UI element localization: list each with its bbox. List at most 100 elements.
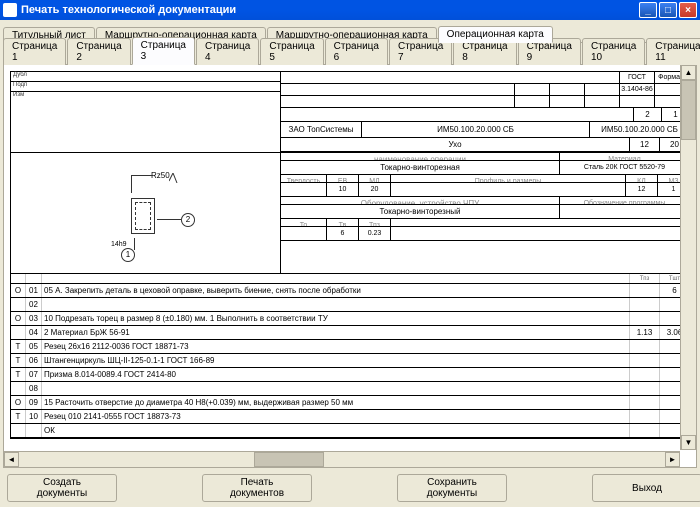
page-tab-row: Страница 1Страница 2Страница 3Страница 4… xyxy=(3,45,697,65)
op2-c: 0.23 xyxy=(358,227,390,240)
scroll-left-button[interactable]: ◄ xyxy=(4,452,19,467)
row-type: О xyxy=(11,284,25,297)
scroll-down-button[interactable]: ▼ xyxy=(681,435,696,450)
page-tab-10[interactable]: Страница 11 xyxy=(646,38,700,65)
roughness-symbol-icon xyxy=(169,173,179,183)
balloon-1: 1 xyxy=(121,248,135,262)
row-type: Т xyxy=(11,354,25,367)
header-sig-row: Дубл xyxy=(11,72,280,82)
vertical-scrollbar[interactable]: ▲ ▼ xyxy=(680,65,696,450)
row-text: ОК xyxy=(41,424,629,437)
page-tab-5[interactable]: Страница 6 xyxy=(325,38,388,65)
row-num: 07 xyxy=(25,368,41,381)
row-d xyxy=(629,354,659,367)
row-text: 15 Расточить отверстие до диаметра 40 H8… xyxy=(41,396,629,409)
table-row: О0915 Расточить отверстие до диаметра 40… xyxy=(11,396,689,410)
gost-label: ГОСТ 3.1404-86 xyxy=(619,72,654,83)
titlebar: Печать технологической документации _ □ … xyxy=(0,0,700,20)
row-d xyxy=(629,298,659,311)
row-type xyxy=(11,326,25,339)
table-row: Т07Призма 8.014-0089.4 ГОСТ 2414-80 xyxy=(11,368,689,382)
row-text: Резец 26х16 2112-0036 ГОСТ 18871-73 xyxy=(41,340,629,353)
material-name: Сталь 20К ГОСТ 5520-79 xyxy=(559,161,689,174)
table-row: 08 xyxy=(11,382,689,396)
row-type: Т xyxy=(11,368,25,381)
roughness-label: Rz50 xyxy=(151,171,170,180)
row-d xyxy=(629,382,659,395)
row-type: Т xyxy=(11,340,25,353)
header-sig-row: Подп xyxy=(11,82,280,92)
row-num xyxy=(25,424,41,437)
page-tab-3[interactable]: Страница 4 xyxy=(196,38,259,65)
document-scroll-area: ДублПодпИзм ГОСТ 3.1404-86 Форма 3 xyxy=(3,65,697,468)
operation-name-1: Токарно-винторезная xyxy=(281,161,559,174)
row-type: Т xyxy=(11,410,25,423)
table-row: 042 Материал БрЖ 56-911.133.06 xyxy=(11,326,689,340)
page-tab-2[interactable]: Страница 3 xyxy=(132,37,195,65)
row-type: О xyxy=(11,312,25,325)
row-text: 2 Материал БрЖ 56-91 xyxy=(41,326,629,339)
page-tab-1[interactable]: Страница 2 xyxy=(67,38,130,65)
row-num: 09 xyxy=(25,396,41,409)
row-num: 02 xyxy=(25,298,41,311)
row-type xyxy=(11,382,25,395)
row-type xyxy=(11,424,25,437)
scroll-right-button[interactable]: ► xyxy=(665,452,680,467)
row-num: 03 xyxy=(25,312,41,325)
scroll-thumb-v[interactable] xyxy=(681,80,696,140)
print-documents-button[interactable]: Печать документов xyxy=(202,474,312,502)
create-documents-button[interactable]: Создать документы xyxy=(7,474,117,502)
row-num: 05 xyxy=(25,340,41,353)
dimension-label: 14h9 xyxy=(111,241,127,248)
close-button[interactable]: × xyxy=(679,2,697,18)
operation-name-2: Токарно-винторезный xyxy=(281,205,559,218)
n1-cell: 12 xyxy=(629,138,659,151)
table-row: 02 xyxy=(11,298,689,312)
row-d xyxy=(629,424,659,437)
maximize-button[interactable]: □ xyxy=(659,2,677,18)
sketch-area: Rz50 1 2 14h9 xyxy=(11,153,281,273)
row-type xyxy=(11,298,25,311)
window-title: Печать технологической документации xyxy=(21,4,639,16)
row-d xyxy=(629,284,659,297)
row-d xyxy=(629,340,659,353)
scroll-thumb-h[interactable] xyxy=(254,452,324,467)
horizontal-scrollbar[interactable]: ◄ ► xyxy=(4,451,680,467)
table-row: Т06Штангенциркуль ШЦ-II-125-0.1-1 ГОСТ 1… xyxy=(11,354,689,368)
row-num: 06 xyxy=(25,354,41,367)
page-tab-4[interactable]: Страница 5 xyxy=(260,38,323,65)
row-text: Резец 010 2141-0555 ГОСТ 18873-73 xyxy=(41,410,629,423)
page-tab-0[interactable]: Страница 1 xyxy=(3,38,66,65)
op1-e: 12 xyxy=(625,183,657,196)
app-icon xyxy=(3,3,17,17)
company-cell: ЗАО ТопСистемы xyxy=(281,122,361,137)
row-d xyxy=(629,396,659,409)
exit-button[interactable]: Выход xyxy=(592,474,700,502)
table-row: Т10Резец 010 2141-0555 ГОСТ 18873-73 xyxy=(11,410,689,424)
row-d: 1.13 xyxy=(629,326,659,339)
row-d xyxy=(629,368,659,381)
op2-b: 6 xyxy=(326,227,358,240)
row-text: 10 Подрезать торец в размер 8 (±0.180) м… xyxy=(41,312,629,325)
row-text: Штангенциркуль ШЦ-II-125-0.1-1 ГОСТ 166-… xyxy=(41,354,629,367)
document-page: ДублПодпИзм ГОСТ 3.1404-86 Форма 3 xyxy=(10,71,690,439)
row-d xyxy=(629,410,659,423)
code2-cell: ИМ50.100.20.000 СБ xyxy=(589,122,689,137)
page-tab-9[interactable]: Страница 10 xyxy=(582,38,645,65)
minimize-button[interactable]: _ xyxy=(639,2,657,18)
sketch-part-icon xyxy=(131,198,155,234)
row-text xyxy=(41,298,629,311)
row-num: 10 xyxy=(25,410,41,423)
row-d xyxy=(629,312,659,325)
save-documents-button[interactable]: Сохранить документы xyxy=(397,474,507,502)
scroll-up-button[interactable]: ▲ xyxy=(681,65,696,80)
part-name: Ухо xyxy=(281,138,629,151)
table-row: Т05Резец 26х16 2112-0036 ГОСТ 18871-73 xyxy=(11,340,689,354)
row-num: 04 xyxy=(25,326,41,339)
row-num: 08 xyxy=(25,382,41,395)
row-text: Призма 8.014-0089.4 ГОСТ 2414-80 xyxy=(41,368,629,381)
balloon-2: 2 xyxy=(181,213,195,227)
header-sig-row: Изм xyxy=(11,92,280,102)
row-text: 05 А. Закрепить деталь в цеховой оправке… xyxy=(41,284,629,297)
main-tab-3[interactable]: Операционная карта xyxy=(438,26,553,43)
